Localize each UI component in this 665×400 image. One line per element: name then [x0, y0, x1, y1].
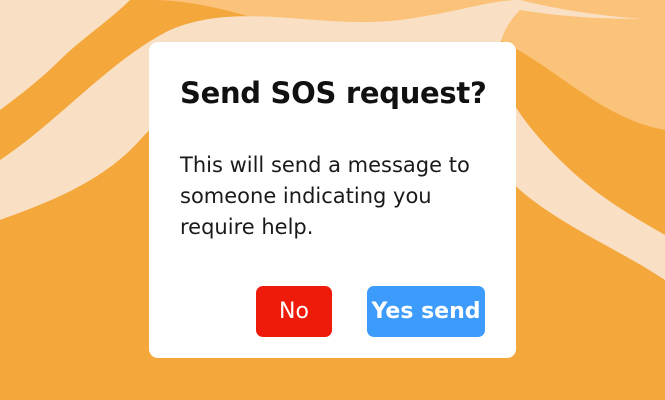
no-button[interactable]: No: [256, 286, 332, 337]
yes-send-button[interactable]: Yes send: [367, 286, 485, 337]
dialog-title: Send SOS request?: [180, 76, 487, 110]
dialog-message: This will send a message to someone indi…: [180, 153, 470, 239]
sos-dialog: Send SOS request? This will send a messa…: [149, 42, 516, 358]
